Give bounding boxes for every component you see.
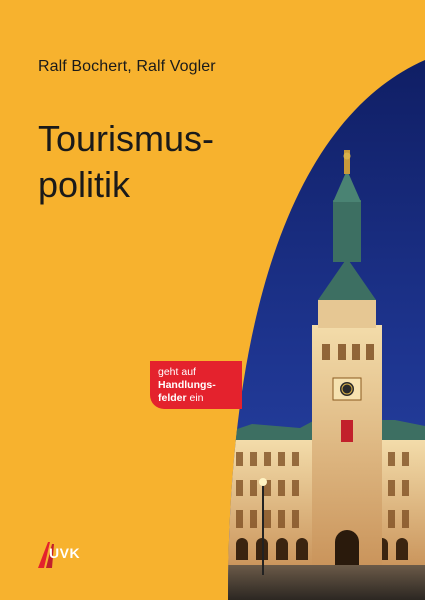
badge-line-3: felder ein [158, 392, 242, 405]
publisher-name: UVK [49, 545, 81, 561]
title-line-2: politik [38, 164, 131, 205]
city-hall-photo [228, 60, 425, 600]
badge-line-3-rest: ein [186, 392, 204, 404]
book-cover: Ralf Bochert, Ralf Vogler Tourismus- pol… [0, 0, 425, 600]
book-title: Tourismus- politik [38, 116, 214, 208]
badge-line-2: Handlungs- [158, 379, 216, 391]
feature-badge: geht auf Handlungs- felder ein [150, 361, 242, 409]
title-line-1: Tourismus- [38, 118, 215, 159]
authors: Ralf Bochert, Ralf Vogler [38, 58, 216, 75]
badge-line-3-bold: felder [158, 392, 187, 404]
badge-line-1: geht auf [158, 366, 196, 378]
